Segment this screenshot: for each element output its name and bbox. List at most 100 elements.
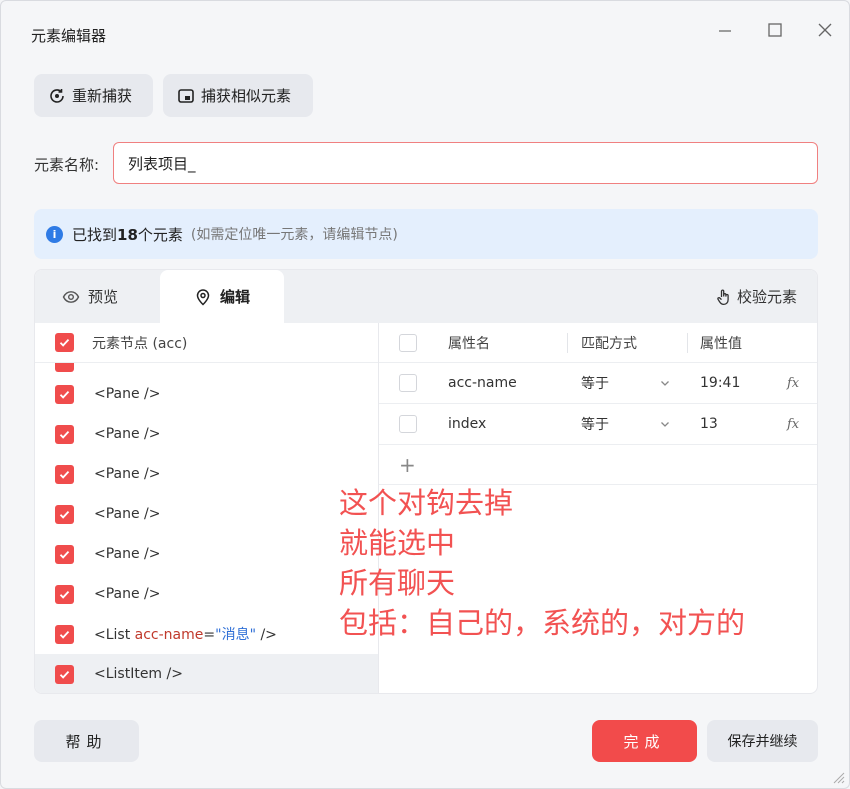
minimize-icon [719,30,731,32]
column-divider [567,333,568,353]
attr-name: index [448,416,487,432]
tree-row[interactable]: <Pane /> [35,414,378,454]
close-icon [818,23,832,37]
tree-row-checkbox[interactable] [55,544,74,564]
tree-row[interactable]: <Pane /> [35,534,378,574]
tab-edit[interactable]: 编辑 [160,270,284,323]
attr-header-name: 属性名 [448,335,490,352]
formula-icon[interactable]: fx [787,363,799,403]
tree-node-label: <Pane /> [94,386,161,402]
found-count-text: 已找到18个元素 [72,224,183,245]
list-open-tag: <List [94,627,135,643]
found-count: 18 [117,225,138,244]
attr-checkbox-cell [399,404,417,444]
tree-node-label: <Pane /> [94,426,161,442]
tree-node-label: <Pane /> [94,506,161,522]
tree-row-checkbox[interactable] [55,384,74,404]
eye-icon [62,288,80,306]
match-select[interactable]: 等于 [581,404,609,444]
tab-bar: 预览 编辑 校验元素 [35,270,817,323]
done-button[interactable]: 完成 [592,720,697,762]
attr-header-match: 匹配方式 [581,335,637,352]
tree-row-checkbox[interactable] [55,664,74,684]
attr-value[interactable]: 19:41 [700,363,740,403]
attr-row-checkbox[interactable] [399,374,417,392]
annotation-line: 就能选中 [339,526,456,560]
tree-row[interactable]: <Pane /> [35,454,378,494]
add-attribute-row: + [379,445,817,485]
attribute-row: acc-name 等于 19:41 fx [379,363,817,404]
element-editor-window: 元素编辑器 重新捕获 捕获相似元素 元素名称: i 已找到18个元素 (如需定位… [0,0,850,789]
attr-row-checkbox[interactable] [399,415,417,433]
select-all-checkbox[interactable] [55,333,74,352]
list-attr-eq: = [203,627,216,643]
tree-row-checkbox[interactable] [55,464,74,484]
list-attr-name: acc-name [134,627,204,643]
attr-name: acc-name [448,375,517,391]
element-tree-pane: 元素节点 (acc) <Pane /> <Pane /> <Pane /> <P… [35,323,379,693]
hand-pointer-icon [715,288,733,306]
formula-icon[interactable]: fx [787,404,799,444]
title-bar: 元素编辑器 [1,1,849,63]
element-name-label: 元素名称: [34,156,100,174]
tab-preview[interactable]: 预览 [62,270,118,323]
tree-row[interactable]: <Pane /> [35,574,378,614]
info-icon: i [46,225,63,243]
recapture-label: 重新捕获 [72,87,133,105]
annotation-line: 所有聊天 [339,566,456,600]
recapture-icon [48,87,66,105]
tree-row-list[interactable]: <List acc-name="消息" /> [35,614,378,654]
help-button[interactable]: 帮助 [34,720,139,762]
element-name-input[interactable] [113,142,818,184]
tree-node-label: <ListItem /> [94,666,183,682]
close-button[interactable] [810,15,840,45]
found-suffix: 个元素 [137,225,183,244]
attr-select-all-checkbox[interactable] [399,333,417,352]
chevron-down-icon[interactable] [659,404,671,444]
capture-similar-icon [177,87,195,105]
window-title: 元素编辑器 [31,27,107,45]
tree-row[interactable]: <Pane /> [35,494,378,534]
minimize-button[interactable] [710,15,740,45]
capture-similar-button[interactable]: 捕获相似元素 [163,74,313,117]
attr-header-value: 属性值 [700,335,742,352]
attr-value[interactable]: 13 [700,404,718,444]
tree-row-checkbox[interactable] [55,363,74,372]
verify-element-label: 校验元素 [736,288,797,306]
column-divider [687,333,688,353]
found-prefix: 已找到 [72,225,118,244]
tree-row-partial [35,363,378,374]
capture-similar-label: 捕获相似元素 [201,87,292,105]
tree-header: 元素节点 (acc) [35,323,378,363]
tree-row-checkbox[interactable] [55,504,74,524]
tree-row-checkbox[interactable] [55,424,74,444]
tab-preview-label: 预览 [88,288,119,306]
list-attr-value: "消息" [215,627,257,643]
tree-node-label: <List acc-name="消息" /> [94,624,277,644]
chevron-down-icon[interactable] [659,363,671,403]
maximize-button[interactable] [760,15,790,45]
resize-grip-icon[interactable] [829,768,845,784]
tree-node-label: <Pane /> [94,546,161,562]
tree-row-selected[interactable]: <ListItem /> [35,654,378,693]
verify-element-button[interactable]: 校验元素 [715,270,797,323]
annotation-line: 包括：自己的，系统的，对方的 [339,606,746,640]
tree-node-label: <Pane /> [94,586,161,602]
tree-row[interactable]: <Pane /> [35,374,378,414]
tree-header-label: 元素节点 (acc) [92,335,188,352]
tab-edit-label: 编辑 [219,288,250,306]
tree-row-checkbox[interactable] [55,624,74,644]
recapture-button[interactable]: 重新捕获 [34,74,153,117]
attr-checkbox-cell [399,363,417,403]
attr-header-checkbox-cell [399,323,417,362]
add-attribute-button[interactable]: + [399,453,416,477]
tree-node-label: <Pane /> [94,466,161,482]
tree-row-checkbox[interactable] [55,584,74,604]
match-select[interactable]: 等于 [581,363,609,403]
save-and-continue-button[interactable]: 保存并继续 [707,720,818,762]
list-close-tag: /> [256,627,277,643]
attribute-row: index 等于 13 fx [379,404,817,445]
info-banner: i 已找到18个元素 (如需定位唯一元素，请编辑节点) [34,209,818,259]
info-hint: (如需定位唯一元素，请编辑节点) [190,227,398,243]
location-pin-icon [194,288,212,306]
